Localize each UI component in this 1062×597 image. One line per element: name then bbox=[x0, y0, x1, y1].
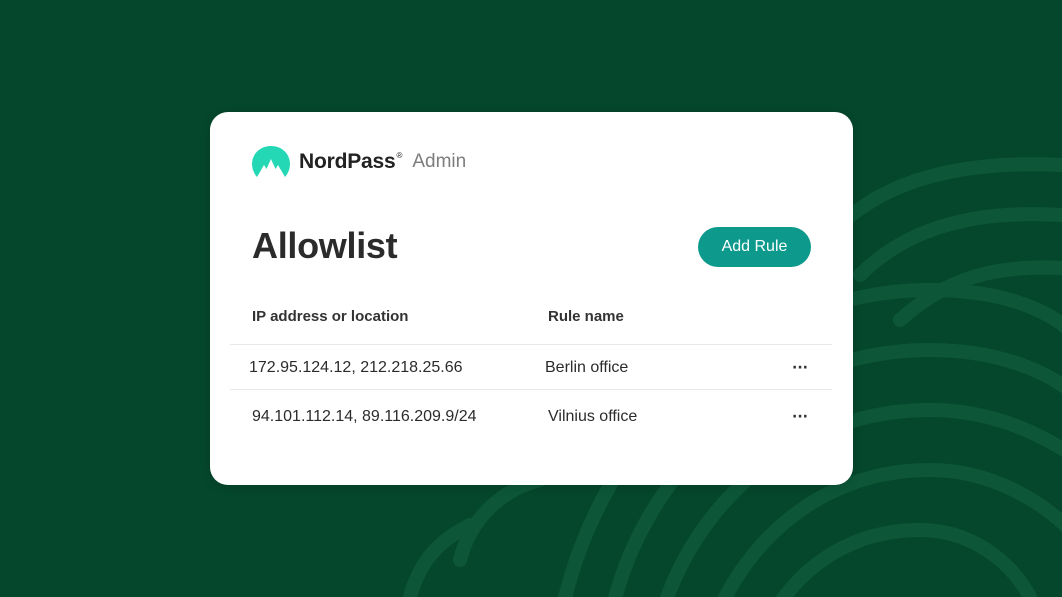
registered-mark: ® bbox=[396, 150, 403, 160]
row-1-rule-name-cell: Berlin office bbox=[545, 359, 629, 376]
page-title: Allowlist bbox=[252, 225, 398, 266]
row-1-more-options-button[interactable]: ··· bbox=[788, 358, 812, 378]
column-header-ip: IP address or location bbox=[252, 308, 409, 325]
row-2-ip-cell: 94.101.112.14, 89.116.209.9/24 bbox=[252, 408, 477, 425]
allowlist-card: NordPass ® Admin Allowlist Add Rule IP a… bbox=[210, 112, 853, 485]
row-2-more-options-button[interactable]: ··· bbox=[788, 407, 812, 427]
brand-name: NordPass bbox=[299, 150, 396, 173]
row-2-rule-name-cell: Vilnius office bbox=[548, 408, 638, 425]
brand-section-label: Admin bbox=[412, 151, 467, 172]
column-header-rule-name: Rule name bbox=[548, 308, 624, 325]
row-divider bbox=[230, 344, 832, 345]
row-divider bbox=[230, 389, 832, 390]
row-1-ip-cell: 172.95.124.12, 212.218.25.66 bbox=[249, 359, 463, 376]
add-rule-button[interactable]: Add Rule bbox=[698, 227, 811, 267]
nordpass-mountain-logo-icon bbox=[252, 146, 290, 177]
brand-header: NordPass ® Admin bbox=[251, 144, 466, 180]
